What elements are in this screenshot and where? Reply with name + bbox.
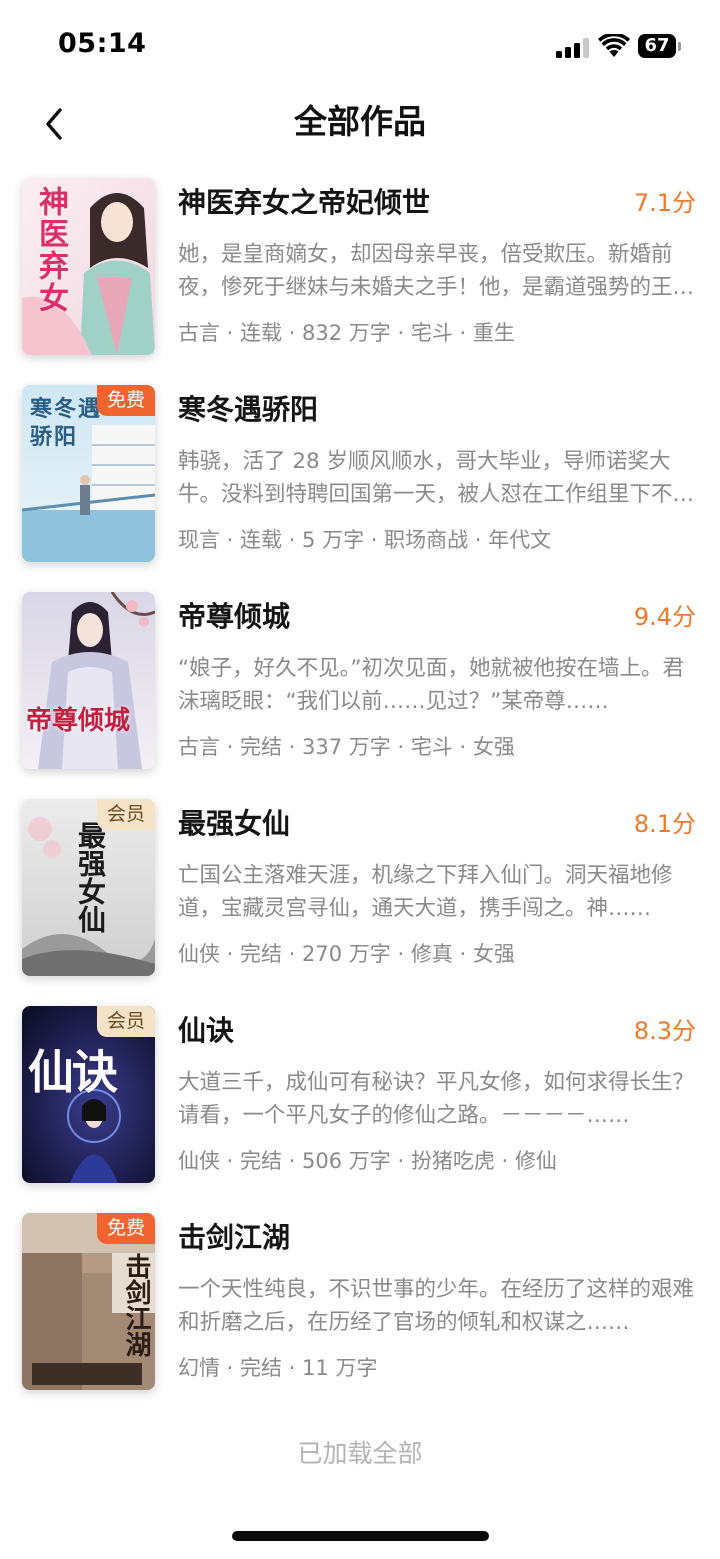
book-info: 仙诀 8.3分 大道三千，成仙可有秘诀？平凡女修，如何求得长生？请看，一个平凡女…	[178, 1004, 696, 1184]
cover-title: 帝尊倾城	[26, 706, 131, 736]
book-item[interactable]: 神医弃女 神医弃女之帝妃倾世 7.1分 她，是皇商嫡女，却因母亲早丧，倍受欺压。…	[0, 176, 720, 383]
book-cover[interactable]: 帝尊倾城	[22, 592, 155, 769]
book-info: 击剑江湖 一个天性纯良，不识世事的少年。在经历了这样的艰难和折磨之后，在历经了官…	[178, 1211, 696, 1391]
book-description: 亡国公主落难天涯，机缘之下拜入仙门。洞天福地修道，宝藏灵宫寻仙，通天大道，携手闯…	[178, 863, 673, 921]
cover-title: 击剑江湖	[121, 1253, 151, 1357]
book-title: 神医弃女之帝妃倾世	[178, 186, 431, 219]
book-title: 击剑江湖	[178, 1221, 291, 1254]
book-cover[interactable]: 最强女仙 会员	[22, 799, 155, 976]
battery-icon: 67	[638, 34, 682, 58]
book-cover[interactable]: 神医弃女	[22, 178, 155, 355]
book-info: 帝尊倾城 9.4分 “娘子，好久不见。”初次见面，她就被他按在墙上。君沫璃眨眼：…	[178, 590, 696, 770]
book-info: 寒冬遇骄阳 韩骁，活了 28 岁顺风顺水，哥大毕业，导师诺奖大牛。没料到特聘回国…	[178, 383, 696, 563]
free-badge: 免费	[96, 1213, 155, 1244]
book-score: 9.4分	[633, 603, 696, 631]
signal-icon	[556, 38, 590, 58]
book-score: 7.1分	[633, 189, 696, 217]
book-item[interactable]: 仙诀 会员 仙诀 8.3分 大道三千，成仙可有秘诀？平凡女修，如何求得长生？请看…	[0, 1004, 720, 1211]
cover-title: 最强女仙	[74, 821, 107, 933]
book-tags: 现言 · 连载 · 5 万字 · 职场商战 · 年代文	[178, 528, 552, 552]
home-indicator[interactable]	[232, 1531, 489, 1541]
load-complete-text: 已加载全部	[297, 1439, 423, 1468]
book-item[interactable]: 击剑江湖 免费 击剑江湖 一个天性纯良，不识世事的少年。在经历了这样的艰难和折磨…	[0, 1211, 720, 1418]
book-score: 8.1分	[633, 810, 696, 838]
cover-image	[22, 592, 155, 769]
vip-badge: 会员	[96, 1006, 155, 1037]
book-tags: 古言 · 连载 · 832 万字 · 宅斗 · 重生	[178, 321, 515, 345]
book-description: 她，是皇商嫡女，却因母亲早丧，倍受欺压。新婚前夜，惨死于继妹与未婚夫之手！他，是…	[178, 242, 673, 300]
battery-level: 67	[644, 35, 670, 56]
book-item[interactable]: 帝尊倾城 帝尊倾城 9.4分 “娘子，好久不见。”初次见面，她就被他按在墙上。君…	[0, 590, 720, 797]
book-title: 最强女仙	[178, 807, 291, 840]
book-cover[interactable]: 击剑江湖 免费	[22, 1213, 155, 1390]
book-title: 寒冬遇骄阳	[178, 393, 319, 426]
book-info: 神医弃女之帝妃倾世 7.1分 她，是皇商嫡女，却因母亲早丧，倍受欺压。新婚前夜，…	[178, 176, 696, 356]
book-info: 最强女仙 8.1分 亡国公主落难天涯，机缘之下拜入仙门。洞天福地修道，宝藏灵宫寻…	[178, 797, 696, 977]
book-item[interactable]: 寒冬遇骄阳 免费 寒冬遇骄阳 韩骁，活了 28 岁顺风顺水，哥大毕业，导师诺奖大…	[0, 383, 720, 590]
book-description: 一个天性纯良，不识世事的少年。在经历了这样的艰难和折磨之后，在历经了官场的倾轧和…	[178, 1277, 695, 1335]
book-description: 韩骁，活了 28 岁顺风顺水，哥大毕业，导师诺奖大牛。没料到特聘回国第一天，被人…	[178, 449, 695, 507]
book-tags: 古言 · 完结 · 337 万字 · 宅斗 · 女强	[178, 735, 515, 759]
book-tags: 仙侠 · 完结 · 270 万字 · 修真 · 女强	[178, 942, 515, 966]
nav-header: 全部作品	[0, 92, 720, 156]
book-description: “娘子，好久不见。”初次见面，她就被他按在墙上。君沫璃眨眼：“我们以前……见过？…	[178, 656, 685, 714]
page-title: 全部作品	[294, 102, 426, 141]
book-item[interactable]: 最强女仙 会员 最强女仙 8.1分 亡国公主落难天涯，机缘之下拜入仙门。洞天福地…	[0, 797, 720, 1004]
book-score: 8.3分	[633, 1017, 696, 1045]
book-list: 神医弃女 神医弃女之帝妃倾世 7.1分 她，是皇商嫡女，却因母亲早丧，倍受欺压。…	[0, 176, 720, 1418]
book-tags: 幻情 · 完结 · 11 万字	[178, 1356, 378, 1380]
status-bar: 05:14 67	[0, 0, 720, 92]
book-description: 大道三千，成仙可有秘诀？平凡女修，如何求得长生？请看，一个平凡女子的修仙之路。－…	[178, 1070, 695, 1128]
cover-title: 仙诀	[28, 1045, 118, 1099]
cover-title: 神医弃女	[33, 186, 68, 314]
book-tags: 仙侠 · 完结 · 506 万字 · 扮猪吃虎 · 修仙	[178, 1149, 557, 1173]
book-title: 帝尊倾城	[178, 600, 291, 633]
wifi-icon	[598, 34, 630, 57]
book-title: 仙诀	[178, 1014, 235, 1047]
status-time: 05:14	[58, 28, 147, 59]
free-badge: 免费	[96, 385, 155, 416]
book-cover[interactable]: 仙诀 会员	[22, 1006, 155, 1183]
book-cover[interactable]: 寒冬遇骄阳 免费	[22, 385, 155, 562]
vip-badge: 会员	[96, 799, 155, 830]
